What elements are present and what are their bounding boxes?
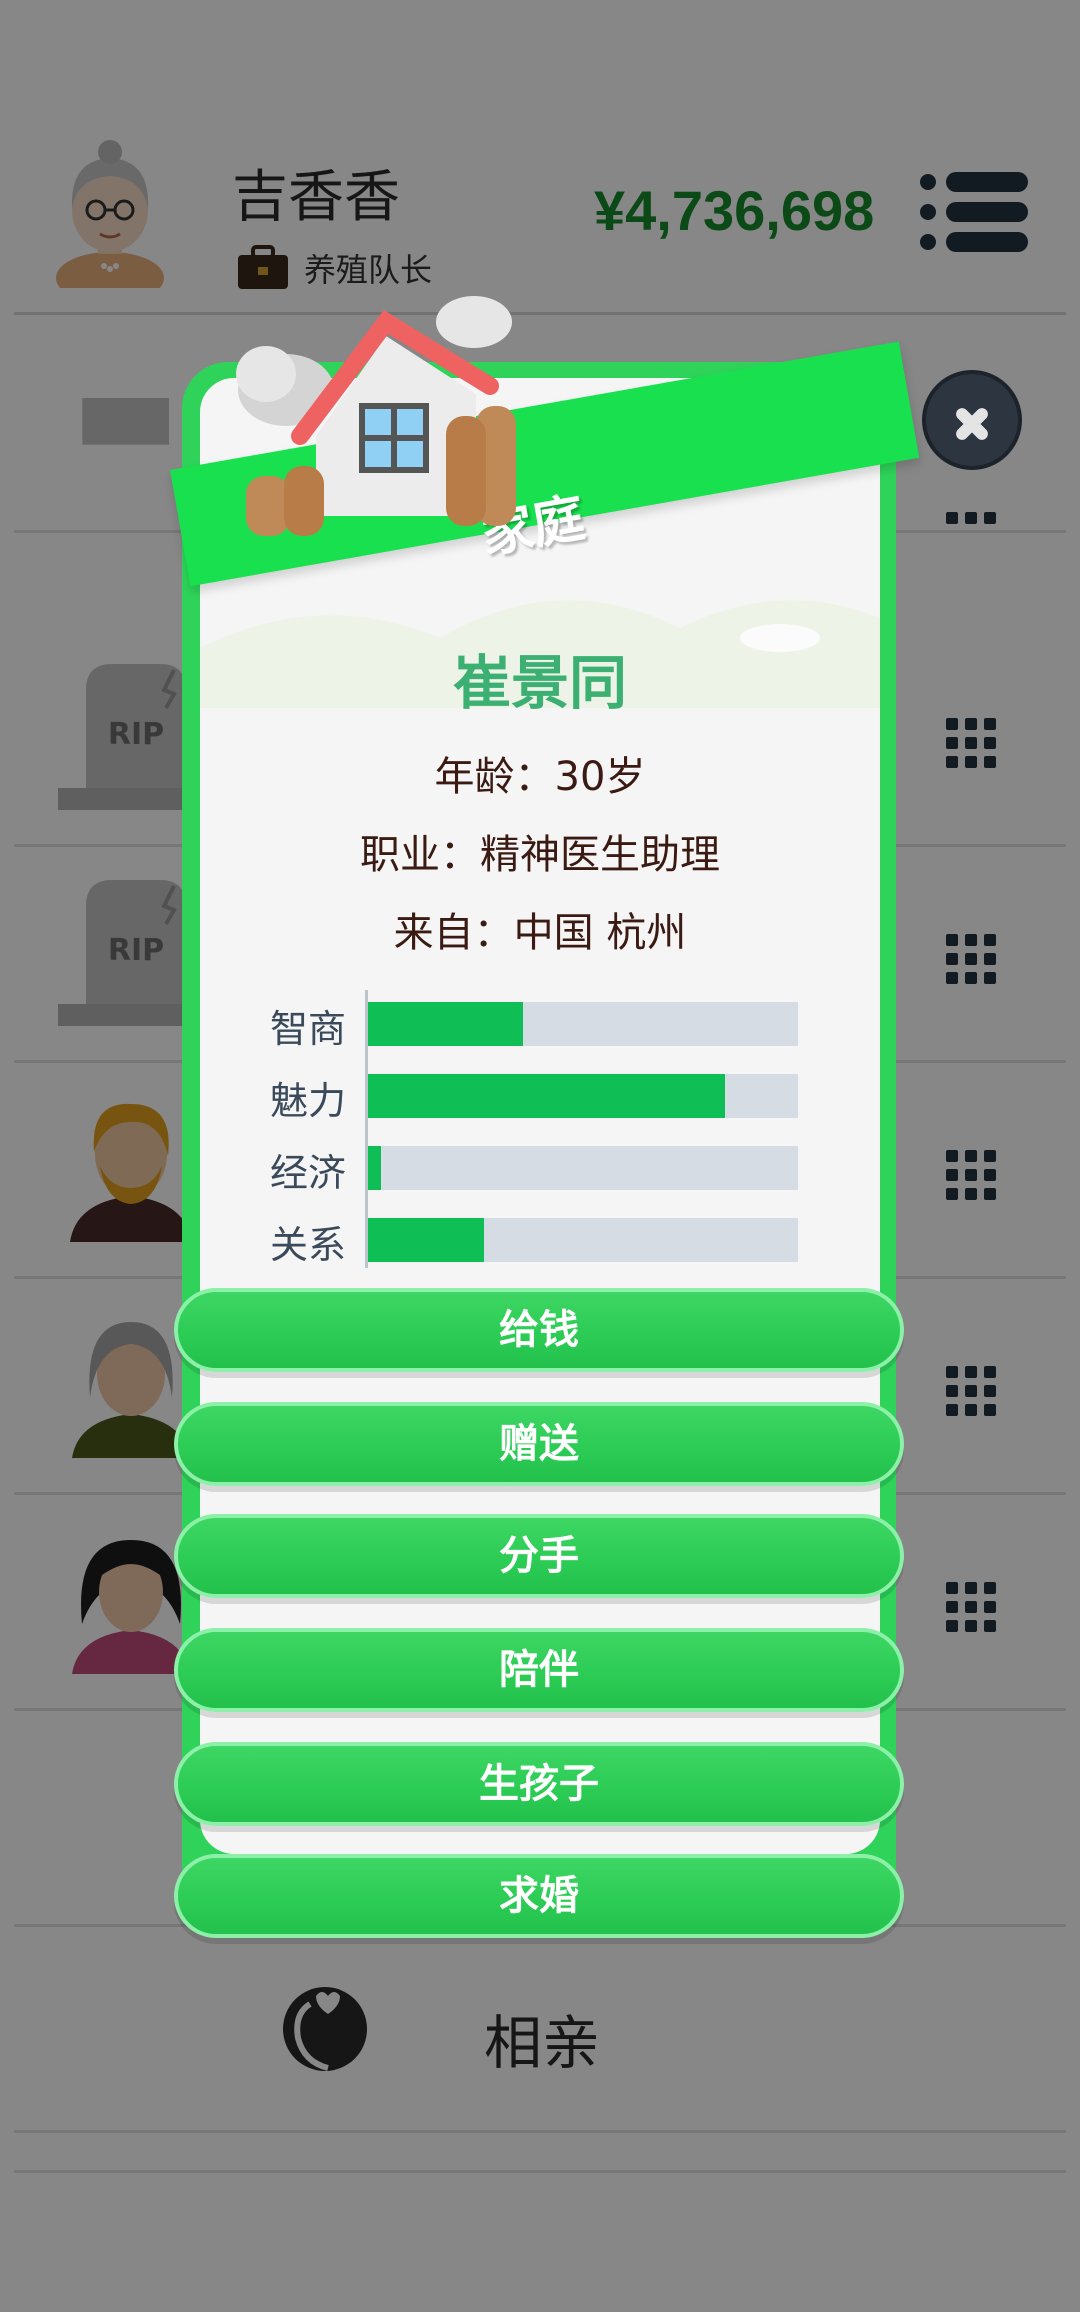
accompany-button[interactable]: 陪伴 <box>174 1628 904 1712</box>
stat-bar-iq <box>368 1002 798 1046</box>
stat-bar-charm <box>368 1074 798 1118</box>
stat-bar-economy <box>368 1146 798 1190</box>
stat-fill <box>368 1146 381 1190</box>
stat-label-charm: 魅力 <box>270 1079 347 1123</box>
house-icon <box>236 296 516 536</box>
propose-button[interactable]: 求婚 <box>174 1854 904 1938</box>
stat-fill <box>368 1074 725 1118</box>
stat-fill <box>368 1002 523 1046</box>
break-up-button[interactable]: 分手 <box>174 1514 904 1598</box>
partner-origin: 来自：中国 杭州 <box>393 910 687 956</box>
gift-button[interactable]: 赠送 <box>174 1402 904 1486</box>
stat-fill <box>368 1218 485 1262</box>
give-money-button[interactable]: 给钱 <box>174 1288 904 1372</box>
partner-job: 职业：精神医生助理 <box>360 832 720 878</box>
stat-label-relationship: 关系 <box>270 1223 347 1267</box>
partner-age: 年龄：30岁 <box>434 754 646 800</box>
have-child-button[interactable]: 生孩子 <box>174 1742 904 1826</box>
stat-label-iq: 智商 <box>270 1007 347 1051</box>
partner-name: 崔景同 <box>452 649 627 717</box>
stat-bar-relationship <box>368 1218 798 1262</box>
stat-label-economy: 经济 <box>270 1151 347 1195</box>
close-icon[interactable] <box>922 370 1022 470</box>
